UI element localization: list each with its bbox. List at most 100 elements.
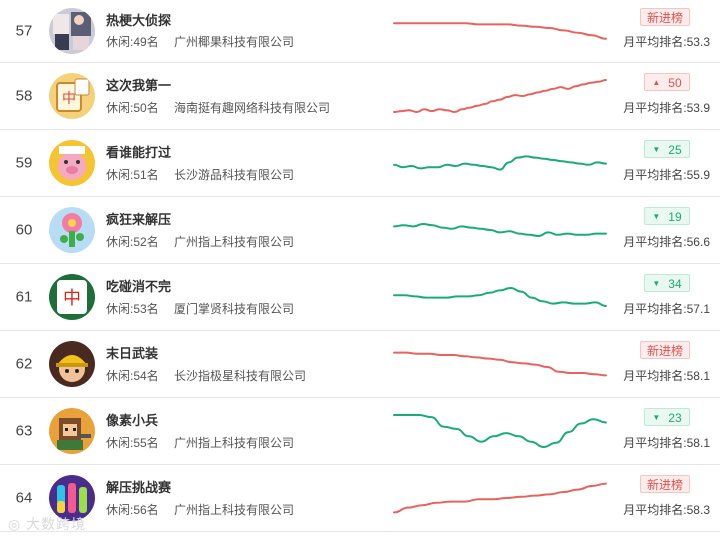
monthly-average-rank: 月平均排名:56.6 bbox=[623, 235, 710, 249]
developer-name[interactable]: 海南挺有趣网络科技有限公司 bbox=[174, 99, 330, 116]
trend-line-svg bbox=[393, 351, 607, 377]
flower-cactus-icon[interactable] bbox=[49, 207, 95, 253]
trend-line bbox=[393, 482, 607, 514]
developer-name[interactable]: 广州指上科技有限公司 bbox=[174, 501, 294, 518]
app-name[interactable]: 疯狂来解压 bbox=[106, 209, 171, 228]
ranking-row[interactable]: 63 像素小兵 休闲:55名 广州指上科技有限公司 ▼ 23 月平均排名:58.1 bbox=[0, 398, 720, 465]
category-rank: 休闲:55名 bbox=[106, 436, 159, 450]
monthly-average-rank: 月平均排名:55.9 bbox=[623, 168, 710, 182]
ranking-row[interactable]: 60 疯狂来解压 休闲:52名 广州指上科技有限公司 ▼ 19 月平均排名:56.… bbox=[0, 197, 720, 264]
trend-line bbox=[393, 79, 607, 114]
rank-change-badge: ▼ 19 bbox=[644, 207, 690, 225]
developer-name[interactable]: 广州椰果科技有限公司 bbox=[174, 33, 294, 50]
developer-name[interactable]: 广州指上科技有限公司 bbox=[174, 233, 294, 250]
trend-line-svg bbox=[393, 414, 607, 449]
rank-trend-chart bbox=[393, 344, 607, 384]
trend-line-svg bbox=[393, 286, 607, 307]
developer-name[interactable]: 长沙指极星科技有限公司 bbox=[174, 367, 306, 384]
badge-text: 新进榜 bbox=[647, 344, 684, 358]
app-name[interactable]: 末日武装 bbox=[106, 343, 158, 362]
category-rank: 休闲:51名 bbox=[106, 168, 159, 182]
ranking-row[interactable]: 61 中 吃碰消不完 休闲:53名 厦门掌贤科技有限公司 ▼ 34 月平均排名:5… bbox=[0, 264, 720, 331]
rank-change-badge: 新进榜 bbox=[640, 8, 690, 26]
rank-number: 63 bbox=[15, 422, 33, 440]
rank-change-badge: 新进榜 bbox=[640, 475, 690, 493]
rank-number: 64 bbox=[15, 489, 33, 507]
watermark-text: 大数跨境 bbox=[26, 516, 87, 532]
trend-line-svg bbox=[393, 22, 607, 40]
app-name[interactable]: 像素小兵 bbox=[106, 410, 158, 429]
rank-change-badge: ▼ 25 bbox=[644, 140, 690, 158]
monthly-average-rank: 月平均排名:58.3 bbox=[623, 503, 710, 517]
developer-name[interactable]: 长沙游品科技有限公司 bbox=[174, 166, 294, 183]
rank-number: 60 bbox=[15, 221, 33, 239]
category-rank: 休闲:56名 bbox=[106, 503, 159, 517]
developer-name[interactable]: 广州指上科技有限公司 bbox=[174, 434, 294, 451]
developer-name[interactable]: 厦门掌贤科技有限公司 bbox=[174, 300, 294, 317]
rank-change-badge: ▼ 23 bbox=[644, 408, 690, 426]
rank-trend-chart bbox=[393, 143, 607, 183]
mahjong-tile-icon[interactable]: 中 bbox=[49, 73, 95, 119]
trend-line-svg bbox=[393, 79, 607, 114]
badge-text: 34 bbox=[668, 277, 682, 291]
trend-line-svg bbox=[393, 155, 607, 171]
rank-trend-chart bbox=[393, 411, 607, 451]
monthly-average-rank: 月平均排名:58.1 bbox=[623, 369, 710, 383]
category-rank: 休闲:53名 bbox=[106, 302, 159, 316]
rank-change-badge: ▼ 34 bbox=[644, 274, 690, 292]
ranking-row[interactable]: 64 解压挑战赛 休闲:56名 广州指上科技有限公司 新进榜 月平均排名:58.… bbox=[0, 465, 720, 532]
badge-text: 新进榜 bbox=[647, 478, 684, 492]
photo-collage-icon[interactable] bbox=[49, 8, 95, 54]
watermark-logo-icon: ◎ bbox=[8, 516, 22, 532]
mahjong-zhong-icon[interactable]: 中 bbox=[49, 274, 95, 320]
pixel-soldier-icon[interactable] bbox=[49, 408, 95, 454]
watermark: ◎ 大数跨境 bbox=[8, 514, 86, 534]
category-rank: 休闲:52名 bbox=[106, 235, 159, 249]
arrow-up-icon: ▲ bbox=[652, 77, 661, 87]
rank-trend-chart bbox=[393, 277, 607, 317]
trend-line bbox=[393, 414, 607, 449]
rank-trend-chart bbox=[393, 76, 607, 116]
app-name[interactable]: 看谁能打过 bbox=[106, 142, 171, 161]
trend-line bbox=[393, 22, 607, 40]
trend-line-svg bbox=[393, 482, 607, 514]
trend-line bbox=[393, 286, 607, 307]
svg-text:中: 中 bbox=[62, 91, 76, 107]
trend-line bbox=[393, 222, 607, 238]
rank-number: 59 bbox=[15, 154, 33, 172]
trend-line-svg bbox=[393, 222, 607, 238]
rank-trend-chart bbox=[393, 210, 607, 250]
rank-change-badge: ▲ 50 bbox=[644, 73, 690, 91]
arrow-down-icon: ▼ bbox=[652, 412, 661, 422]
rank-number: 61 bbox=[15, 288, 33, 306]
ranking-list: 57 热梗大侦探 休闲:49名 广州椰果科技有限公司 新进榜 月平均排名:53.… bbox=[0, 0, 720, 532]
monthly-average-rank: 月平均排名:53.9 bbox=[623, 101, 710, 115]
rank-change-badge: 新进榜 bbox=[640, 341, 690, 359]
app-name[interactable]: 热梗大侦探 bbox=[106, 10, 171, 29]
ranking-row[interactable]: 57 热梗大侦探 休闲:49名 广州椰果科技有限公司 新进榜 月平均排名:53.… bbox=[0, 0, 720, 63]
badge-text: 50 bbox=[668, 76, 682, 90]
cartoon-pig-icon[interactable] bbox=[49, 140, 95, 186]
arrow-down-icon: ▼ bbox=[652, 144, 661, 154]
rank-number: 62 bbox=[15, 355, 33, 373]
ranking-row[interactable]: 62 末日武装 休闲:54名 长沙指极星科技有限公司 新进榜 月平均排名:58.… bbox=[0, 331, 720, 398]
app-name[interactable]: 解压挑战赛 bbox=[106, 477, 171, 496]
ranking-row[interactable]: 58 中 这次我第一 休闲:50名 海南挺有趣网络科技有限公司 ▲ 50 月平均排… bbox=[0, 63, 720, 130]
app-name[interactable]: 这次我第一 bbox=[106, 75, 171, 94]
monthly-average-rank: 月平均排名:58.1 bbox=[623, 436, 710, 450]
arrow-down-icon: ▼ bbox=[652, 278, 661, 288]
rank-trend-chart bbox=[393, 11, 607, 51]
badge-text: 19 bbox=[668, 210, 682, 224]
app-name[interactable]: 吃碰消不完 bbox=[106, 276, 171, 295]
svg-text:中: 中 bbox=[63, 288, 81, 309]
category-rank: 休闲:49名 bbox=[106, 35, 159, 49]
trend-line bbox=[393, 155, 607, 171]
badge-text: 新进榜 bbox=[647, 11, 684, 25]
category-rank: 休闲:50名 bbox=[106, 101, 159, 115]
badge-text: 23 bbox=[668, 411, 682, 425]
arrow-down-icon: ▼ bbox=[652, 211, 661, 221]
rank-number: 58 bbox=[15, 87, 33, 105]
soldier-helmet-icon[interactable] bbox=[49, 341, 95, 387]
monthly-average-rank: 月平均排名:57.1 bbox=[623, 302, 710, 316]
ranking-row[interactable]: 59 看谁能打过 休闲:51名 长沙游品科技有限公司 ▼ 25 月平均排名:55.… bbox=[0, 130, 720, 197]
